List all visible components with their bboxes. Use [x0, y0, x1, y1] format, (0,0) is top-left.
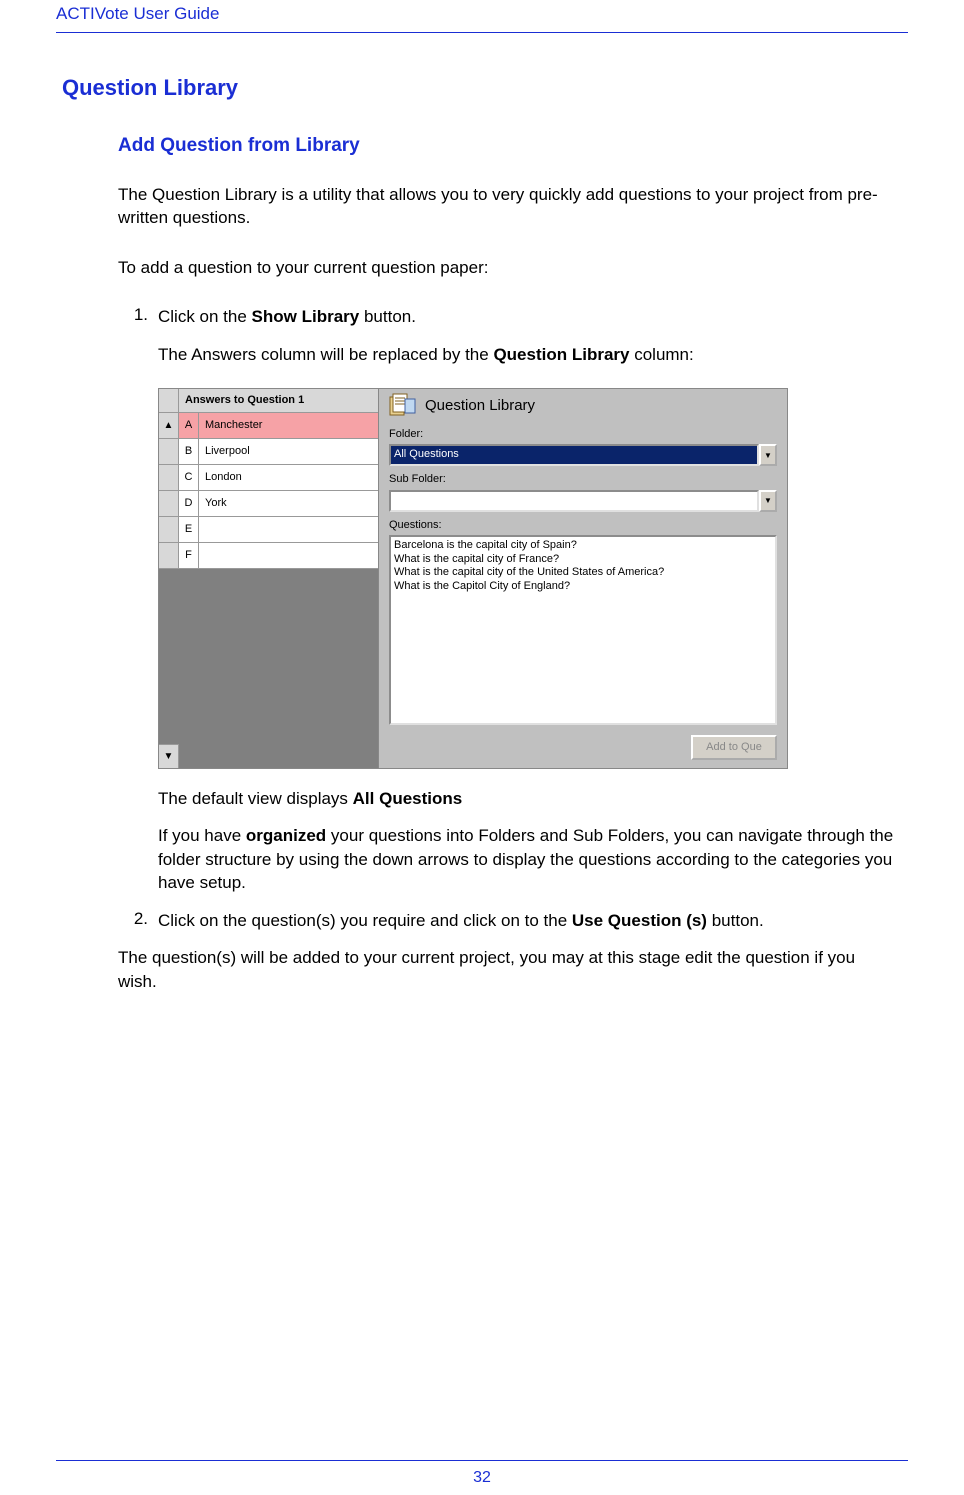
list-item[interactable]: Barcelona is the capital city of Spain?: [394, 539, 772, 553]
scroll-gutter: [159, 491, 179, 516]
answer-text: Manchester: [199, 418, 378, 433]
subfolder-combo-value: [389, 490, 759, 512]
chevron-down-icon[interactable]: ▼: [759, 490, 777, 512]
step-2-text-a: Click on the question(s) you require and…: [158, 911, 572, 930]
answer-text: York: [199, 496, 378, 511]
folder-label: Folder:: [389, 427, 777, 442]
closing-paragraph: The question(s) will be added to your cu…: [118, 946, 898, 993]
answer-row-b[interactable]: B Liverpool: [159, 439, 378, 465]
organized-a: If you have: [158, 826, 246, 845]
answer-row-a[interactable]: ▲ A Manchester: [159, 413, 378, 439]
question-library-panel: Question Library Folder: All Questions ▼…: [379, 389, 787, 768]
subfolder-label: Sub Folder:: [389, 472, 777, 487]
step-1-sub-bold: Question Library: [493, 345, 629, 364]
questions-listbox[interactable]: Barcelona is the capital city of Spain? …: [389, 535, 777, 725]
step-1-sub-c: column:: [629, 345, 693, 364]
answer-letter: F: [179, 543, 199, 568]
organized-bold: organized: [246, 826, 326, 845]
answer-text: London: [199, 470, 378, 485]
answers-header-row: Answers to Question 1: [159, 389, 378, 413]
chevron-down-icon[interactable]: ▼: [759, 444, 777, 466]
intro-paragraph-1: The Question Library is a utility that a…: [118, 183, 898, 230]
step-1-sub-a: The Answers column will be replaced by t…: [158, 345, 493, 364]
answer-letter: E: [179, 517, 199, 542]
step-1-number: 1.: [118, 305, 158, 894]
step-1: 1. Click on the Show Library button. The…: [118, 305, 908, 894]
add-to-question-button[interactable]: Add to Que: [691, 735, 777, 760]
page-footer: 32: [56, 1460, 908, 1487]
step-1-bold: Show Library: [252, 307, 360, 326]
step-2-text-c: button.: [707, 911, 764, 930]
list-item[interactable]: What is the capital city of France?: [394, 553, 772, 567]
answer-letter: D: [179, 491, 199, 516]
questions-label: Questions:: [389, 518, 777, 533]
answer-letter: A: [179, 413, 199, 438]
subsection-title: Add Question from Library: [118, 135, 908, 157]
folder-combo[interactable]: All Questions ▼: [389, 444, 777, 466]
answers-header-label: Answers to Question 1: [179, 393, 378, 408]
step-1-text-c: button.: [359, 307, 416, 326]
scroll-gutter: [159, 439, 179, 464]
answers-corner-cell: [159, 389, 179, 412]
scroll-gutter: [159, 517, 179, 542]
scroll-up-icon[interactable]: ▲: [159, 413, 179, 438]
answer-row-f[interactable]: F: [159, 543, 378, 569]
after-img-bold: All Questions: [353, 789, 463, 808]
section-title: Question Library: [62, 75, 908, 101]
folder-combo-value: All Questions: [389, 444, 759, 466]
embedded-screenshot: Answers to Question 1 ▲ A Manchester B L…: [158, 388, 788, 769]
answer-row-d[interactable]: D York: [159, 491, 378, 517]
answer-row-c[interactable]: C London: [159, 465, 378, 491]
library-icon: [389, 393, 417, 419]
answer-letter: B: [179, 439, 199, 464]
answer-row-e[interactable]: E: [159, 517, 378, 543]
step-2: 2. Click on the question(s) you require …: [118, 909, 908, 932]
intro-paragraph-2: To add a question to your current questi…: [118, 256, 898, 279]
answers-fill: ▼: [159, 569, 378, 768]
scroll-gutter: [159, 543, 179, 568]
page-number: 32: [473, 1469, 491, 1486]
after-img-a: The default view displays: [158, 789, 353, 808]
library-title: Question Library: [425, 396, 535, 417]
step-2-bold: Use Question (s): [572, 911, 707, 930]
list-item[interactable]: What is the capital city of the United S…: [394, 566, 772, 580]
step-2-number: 2.: [118, 909, 158, 932]
doc-header: ACTIVote User Guide: [56, 0, 908, 33]
list-item[interactable]: What is the Capitol City of England?: [394, 580, 772, 594]
scroll-down-icon[interactable]: ▼: [159, 744, 179, 768]
answer-letter: C: [179, 465, 199, 490]
scroll-gutter: [159, 465, 179, 490]
step-1-text-a: Click on the: [158, 307, 252, 326]
answer-text: Liverpool: [199, 444, 378, 459]
subfolder-combo[interactable]: ▼: [389, 490, 777, 512]
answers-panel: Answers to Question 1 ▲ A Manchester B L…: [159, 389, 379, 768]
